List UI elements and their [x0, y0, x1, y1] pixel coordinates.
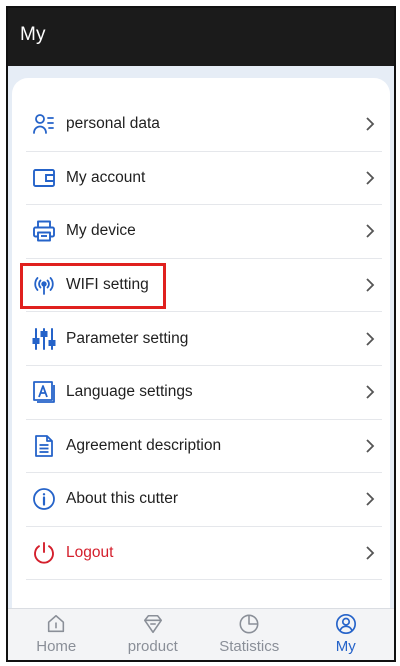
menu-item-my-device[interactable]: My device	[26, 205, 382, 259]
wallet-icon	[32, 166, 56, 190]
menu-item-label: Logout	[66, 544, 114, 562]
person-list-icon	[32, 112, 56, 136]
chevron-right-icon	[364, 491, 376, 507]
tab-label: Statistics	[219, 638, 280, 655]
menu-item-about-this-cutter[interactable]: About this cutter	[26, 473, 382, 527]
top-bar: My	[8, 8, 394, 66]
phone-frame: My personal data My account My device WI…	[6, 6, 396, 662]
menu-item-label: personal data	[66, 115, 160, 133]
menu-item-label: WIFI setting	[66, 276, 149, 294]
menu-item-label: Agreement description	[66, 436, 222, 454]
chevron-right-icon	[364, 223, 376, 239]
chevron-right-icon	[364, 438, 376, 454]
menu-item-personal-data[interactable]: personal data	[26, 98, 382, 152]
chevron-right-icon	[364, 277, 376, 293]
menu-item-agreement-description[interactable]: Agreement description	[26, 420, 382, 474]
menu-item-language-settings[interactable]: Language settings	[26, 366, 382, 420]
menu-item-label: Language settings	[66, 383, 193, 401]
printer-icon	[32, 219, 56, 243]
tab-label: Home	[36, 638, 77, 655]
tab-my[interactable]: My	[298, 609, 395, 660]
tab-label: My	[335, 638, 356, 655]
home-icon	[45, 613, 67, 635]
settings-card: personal data My account My device WIFI …	[12, 78, 390, 612]
info-icon	[32, 487, 56, 511]
tab-label: product	[127, 638, 178, 655]
settings-menu: personal data My account My device WIFI …	[12, 98, 390, 581]
tab-home[interactable]: Home	[8, 609, 105, 660]
bottom-tab-bar: Home product Statistics My	[8, 608, 394, 660]
gem-icon	[142, 613, 164, 635]
page-title: My	[20, 24, 46, 45]
tab-product[interactable]: product	[105, 609, 202, 660]
power-icon	[32, 541, 56, 565]
menu-item-label: My device	[66, 222, 136, 240]
chevron-right-icon	[364, 545, 376, 561]
chevron-right-icon	[364, 116, 376, 132]
menu-item-label: My account	[66, 168, 146, 186]
pie-chart-icon	[238, 613, 260, 635]
menu-item-parameter-setting[interactable]: Parameter setting	[26, 312, 382, 366]
language-icon	[32, 380, 56, 404]
tab-statistics[interactable]: Statistics	[201, 609, 298, 660]
chevron-right-icon	[364, 170, 376, 186]
user-circle-icon	[335, 613, 357, 635]
chevron-right-icon	[364, 331, 376, 347]
document-icon	[32, 434, 56, 458]
menu-item-label: About this cutter	[66, 490, 179, 508]
sliders-icon	[32, 327, 56, 351]
chevron-right-icon	[364, 384, 376, 400]
menu-item-logout[interactable]: Logout	[26, 527, 382, 581]
menu-item-wifi-setting[interactable]: WIFI setting	[20, 259, 382, 313]
menu-item-label: Parameter setting	[66, 329, 189, 347]
wifi-signal-icon	[32, 273, 56, 297]
menu-item-my-account[interactable]: My account	[26, 152, 382, 206]
